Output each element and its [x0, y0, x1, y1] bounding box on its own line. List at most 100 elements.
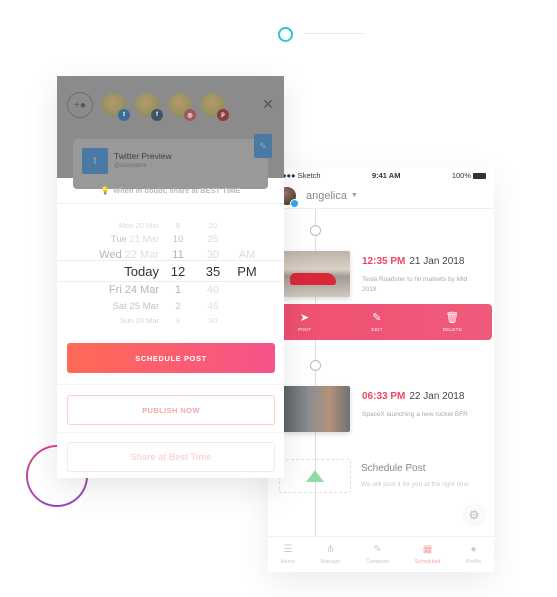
network-icon: ⋔ — [326, 544, 335, 555]
scheduled-screen: ●●● Sketch 9:41 AM 100% angelica ▼ 12:35… — [268, 167, 494, 572]
tab-bar: ☰ Home ⋔ Manage ✎ Compose ▦ Scheduled ● Profi… — [268, 536, 494, 572]
compose-icon: ✎ — [373, 544, 382, 555]
clock: 9:41 AM — [371, 170, 401, 180]
post-date: 22 Jan 2018 — [409, 391, 465, 402]
lightbulb-icon: 💡 — [100, 186, 111, 195]
timeline-dot — [310, 225, 321, 236]
account-selector: +● t f ◎ p — [57, 76, 284, 121]
picker-minute: 45 — [207, 301, 219, 312]
status-bar: ●●● Sketch 9:41 AM 100% — [268, 167, 494, 183]
pinterest-icon: p — [217, 109, 229, 121]
person-icon: ● — [470, 544, 477, 555]
twitter-icon: t — [118, 109, 130, 121]
divider — [57, 384, 284, 385]
post-action-bar: ➤ POST ✎ EDIT 🗑 DELETE — [268, 304, 492, 340]
post-thumbnail — [282, 386, 350, 432]
gear-icon: ⚙ — [468, 508, 480, 522]
edit-preview-button[interactable]: ✎ — [254, 134, 272, 158]
tab-manage[interactable]: ⋔ Manage — [321, 544, 341, 565]
preview-title: Twitter Preview — [114, 151, 172, 161]
post-time: 06:33 PM — [362, 391, 406, 402]
decorative-ring — [278, 27, 293, 42]
calendar-clock-icon: ▦ — [422, 544, 433, 555]
picker-minute: 40 — [206, 284, 220, 296]
publish-now-button[interactable]: PUBLISH NOW — [67, 395, 275, 425]
best-time-hint: 💡 When in doubt, share at BEST TIME — [57, 178, 284, 204]
picker-hour: 3 — [175, 316, 181, 325]
picker-date: Sat 25 Mar — [112, 301, 159, 312]
add-person-icon: +● — [74, 99, 86, 111]
picker-row[interactable]: Tue 21 Mar 10 25 — [57, 234, 284, 245]
post-description: SpaceX launching a new rocket BFR — [362, 411, 468, 418]
schedule-post-title: Schedule Post — [361, 463, 426, 474]
chevron-down-icon: ▼ — [350, 192, 358, 199]
picker-hour: 12 — [170, 264, 186, 279]
preview-username: @username — [114, 163, 147, 169]
edit-button[interactable]: ✎ EDIT — [371, 312, 382, 332]
picker-row[interactable]: Sat 25 Mar 2 45 — [57, 301, 284, 312]
list-icon: ☰ — [283, 544, 293, 555]
delete-button[interactable]: 🗑 DELETE — [443, 312, 462, 332]
picker-minute: 35 — [205, 264, 221, 279]
picker-date: Tue 21 Mar — [110, 234, 159, 245]
share-best-time-button[interactable]: Share at Best Time — [67, 442, 275, 472]
carrier: ●●● Sketch — [282, 170, 321, 180]
tab-profile[interactable]: ● Profile — [466, 544, 482, 565]
battery-status: 100% — [452, 171, 486, 180]
stage: ●●● Sketch 9:41 AM 100% angelica ▼ 12:35… — [0, 0, 557, 597]
decorative-line — [303, 33, 363, 34]
schedule-post-placeholder[interactable] — [279, 459, 351, 493]
battery-icon — [473, 172, 486, 179]
schedule-sheet-screen: +● t f ◎ p ✕ t Twitter Preview @username… — [57, 76, 284, 478]
dimmed-overlay[interactable]: +● t f ◎ p ✕ t Twitter Preview @username… — [57, 76, 284, 189]
tab-compose[interactable]: ✎ Compose — [366, 544, 390, 565]
instagram-icon: ◎ — [184, 109, 196, 121]
picker-minute: 30 — [206, 249, 220, 261]
pencil-icon: ✎ — [372, 312, 382, 324]
schedule-post-subtitle: We will post it for you at the right tim… — [361, 481, 469, 488]
picker-minute: 25 — [207, 234, 219, 245]
picker-date: Today — [124, 264, 159, 279]
paper-plane-icon: ➤ — [299, 312, 310, 324]
divider — [57, 432, 284, 433]
picker-date: Wed 22 Mar — [99, 249, 159, 261]
post-button[interactable]: ➤ POST — [298, 312, 311, 332]
account-twitter[interactable]: t — [102, 93, 130, 121]
post-date: 21 Jan 2018 — [409, 256, 465, 267]
account-instagram[interactable]: ◎ — [168, 93, 196, 121]
tab-scheduled[interactable]: ▦ Scheduled — [414, 544, 440, 565]
schedule-post-button[interactable]: SCHEDULE POST — [67, 343, 275, 373]
timeline-dot — [310, 360, 321, 371]
picker-hour: 2 — [175, 301, 181, 312]
picker-minute: 20 — [208, 221, 218, 230]
scheduled-post-item[interactable]: 06:33 PM 22 Jan 2018 SpaceX launching a n… — [282, 386, 472, 432]
add-account-button[interactable]: +● — [67, 92, 93, 118]
account-facebook[interactable]: f — [135, 93, 163, 121]
scheduled-post-item[interactable]: 12:35 PM 21 Jan 2018 Tesla Roadster to hi… — [282, 251, 472, 297]
image-icon — [306, 470, 324, 482]
post-description: Tesla Roadster to hit markets by Mid 201… — [362, 276, 468, 293]
facebook-icon: f — [151, 109, 163, 121]
picker-row[interactable]: Wed 22 Mar 11 30 AM — [57, 249, 284, 261]
username: angelica — [306, 189, 347, 202]
tab-home[interactable]: ☰ Home — [281, 544, 296, 565]
picker-hour: 10 — [172, 234, 184, 245]
picker-row[interactable]: Sun 26 Mar 3 50 — [57, 316, 284, 325]
picker-date: Fri 24 Mar — [108, 284, 159, 296]
account-switcher[interactable]: angelica ▼ — [268, 183, 494, 209]
picker-row[interactable]: Mon 20 Mar 9 20 — [57, 221, 284, 230]
account-pinterest[interactable]: p — [201, 93, 229, 121]
post-time: 12:35 PM — [362, 256, 406, 267]
picker-minute: 50 — [208, 316, 218, 325]
post-thumbnail — [282, 251, 350, 297]
picker-date: Sun 26 Mar — [120, 316, 159, 325]
picker-hour: 1 — [174, 284, 182, 296]
picker-date: Mon 20 Mar — [118, 221, 159, 230]
close-icon[interactable]: ✕ — [262, 96, 274, 113]
twitter-badge-icon — [290, 198, 299, 208]
picker-row[interactable]: Fri 24 Mar 1 40 — [57, 284, 284, 296]
trash-icon: 🗑 — [445, 312, 460, 324]
settings-button[interactable]: ⚙ — [462, 503, 486, 527]
picker-ampm: PM — [237, 264, 257, 279]
picker-row-selected[interactable]: Today 12 35 PM — [57, 264, 284, 279]
